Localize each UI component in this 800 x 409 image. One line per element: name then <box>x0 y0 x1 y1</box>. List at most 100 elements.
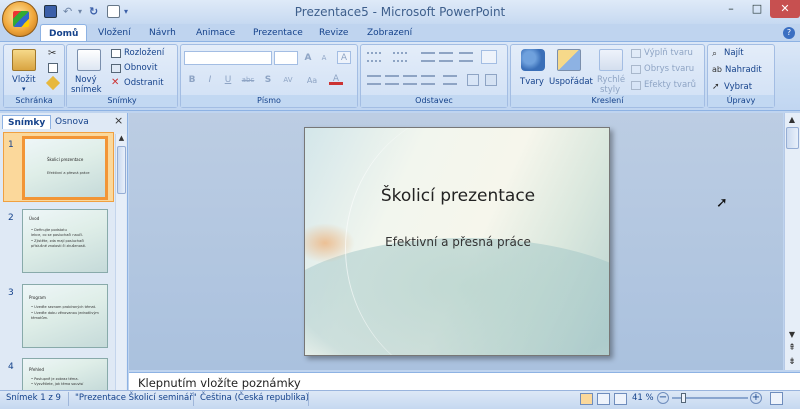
arrange-icon[interactable] <box>557 49 581 71</box>
slide-thumbnail-3[interactable]: Program • Uveďte seznam probíraných téma… <box>22 284 108 348</box>
font-name-combo[interactable] <box>184 51 272 65</box>
paste-dropdown-icon[interactable]: ▾ <box>22 85 26 93</box>
arrange-button[interactable]: Uspořádat <box>549 77 593 87</box>
text-direction-icon[interactable] <box>481 50 497 64</box>
editor-scroll-down-icon[interactable]: ▼ <box>785 328 799 342</box>
grow-font-button[interactable]: A <box>301 51 315 64</box>
bold-button[interactable]: B <box>185 73 199 86</box>
repeat-icon[interactable]: ↻ <box>89 5 102 18</box>
select-button[interactable]: Vybrat <box>724 82 752 92</box>
tab-outline-pane[interactable]: Osnova <box>50 115 94 129</box>
numbering-icon[interactable] <box>393 52 407 62</box>
tab-design[interactable]: Návrh <box>141 24 184 42</box>
increase-indent-icon[interactable] <box>439 52 453 62</box>
character-spacing-button[interactable]: AV <box>279 73 297 86</box>
office-button[interactable] <box>2 1 38 37</box>
shrink-font-button[interactable]: A <box>317 51 331 64</box>
columns-icon[interactable] <box>443 75 457 85</box>
zoom-level[interactable]: 41 % <box>632 393 654 403</box>
slide-thumbnail-4[interactable]: Přehled • Postupně je zobraz téma. • Vys… <box>22 358 108 390</box>
cut-icon[interactable]: ✂ <box>48 48 56 59</box>
quick-styles-icon[interactable] <box>599 49 623 71</box>
underline-button[interactable]: U <box>221 73 235 86</box>
new-slide-label-1[interactable]: Nový <box>75 75 97 85</box>
slides-pane-scrollbar[interactable]: ▲ <box>115 134 126 390</box>
zoom-in-icon[interactable]: + <box>750 392 762 404</box>
font-group-label: Písmo <box>181 95 357 107</box>
new-slide-icon[interactable] <box>77 49 101 71</box>
next-slide-icon[interactable]: ⇟ <box>785 355 799 369</box>
fit-to-window-icon[interactable] <box>770 392 783 405</box>
tab-slides-pane[interactable]: Snímky <box>2 115 52 129</box>
new-document-icon[interactable] <box>107 5 120 18</box>
tab-home[interactable]: Domů <box>40 24 88 42</box>
language-status[interactable]: Čeština (Česká republika) <box>200 393 309 403</box>
bullets-icon[interactable] <box>367 52 381 62</box>
close-button[interactable]: ✕ <box>770 0 800 18</box>
previous-slide-icon[interactable]: ⇞ <box>785 341 799 355</box>
shape-effects-button[interactable]: Efekty tvarů <box>644 80 696 90</box>
editor-scroll-thumb[interactable] <box>786 127 799 149</box>
align-text-icon[interactable] <box>467 74 479 86</box>
slide-sorter-icon[interactable] <box>597 393 610 405</box>
quick-styles-label-2[interactable]: styly <box>600 85 620 95</box>
slide-thumbnail-2[interactable]: Úvod • Definujte podstatu lekce, co se p… <box>22 209 108 273</box>
scroll-up-icon[interactable]: ▲ <box>117 134 126 144</box>
slide-subtitle[interactable]: Efektivní a přesná práce <box>305 235 609 249</box>
save-icon[interactable] <box>44 5 57 18</box>
slide-thumbnail-1[interactable]: Školicí prezentace Efektivní a přesná pr… <box>22 136 108 200</box>
line-spacing-icon[interactable] <box>459 52 473 62</box>
align-left-icon[interactable] <box>367 75 381 85</box>
copy-icon[interactable] <box>48 63 58 73</box>
quick-styles-label-1[interactable]: Rychlé <box>597 75 625 85</box>
editor-scroll-up-icon[interactable]: ▲ <box>785 113 799 127</box>
align-center-icon[interactable] <box>385 75 399 85</box>
shape-outline-button[interactable]: Obrys tvaru <box>644 64 694 74</box>
paragraph-group: Odstavec <box>360 44 508 108</box>
paste-button[interactable]: Vložit <box>12 75 36 85</box>
paste-icon[interactable] <box>12 49 36 71</box>
notes-placeholder[interactable]: Klepnutím vložíte poznámky <box>138 376 301 390</box>
customize-qat-icon[interactable]: ▾ <box>124 5 137 18</box>
reset-button[interactable]: Obnovit <box>124 63 157 73</box>
shapes-icon[interactable] <box>521 49 545 71</box>
normal-view-icon[interactable] <box>580 393 593 405</box>
scroll-thumb[interactable] <box>117 146 126 194</box>
window-title: Prezentace5 - Microsoft PowerPoint <box>294 5 506 19</box>
close-pane-button[interactable]: × <box>114 115 123 127</box>
smartart-icon[interactable] <box>485 74 497 86</box>
format-painter-icon[interactable] <box>45 75 61 91</box>
tab-review[interactable]: Revize <box>311 24 356 42</box>
editor-scrollbar[interactable]: ▲ ▼ ⇞ ⇟ <box>784 113 800 370</box>
find-button[interactable]: Najít <box>724 48 744 58</box>
tab-slideshow[interactable]: Prezentace <box>245 24 311 42</box>
slide-title[interactable]: Školicí prezentace <box>305 186 609 206</box>
strikethrough-button[interactable]: abc <box>239 73 257 86</box>
font-size-combo[interactable] <box>274 51 298 65</box>
slideshow-icon[interactable] <box>614 393 627 405</box>
change-case-button[interactable]: Aa <box>303 73 321 86</box>
zoom-slider-thumb[interactable] <box>681 393 686 403</box>
shadow-button[interactable]: S <box>261 73 275 86</box>
maximize-button[interactable]: □ <box>744 0 770 18</box>
tab-view[interactable]: Zobrazení <box>359 24 420 42</box>
layout-button[interactable]: Rozložení <box>124 48 164 58</box>
minimize-button[interactable]: – <box>718 0 744 18</box>
justify-icon[interactable] <box>421 75 435 85</box>
new-slide-label-2[interactable]: snímek <box>71 85 102 95</box>
delete-slide-button[interactable]: Odstranit <box>124 78 164 88</box>
slide-canvas[interactable]: Školicí prezentace Efektivní a přesná pr… <box>304 127 610 356</box>
replace-button[interactable]: Nahradit <box>725 65 762 75</box>
align-right-icon[interactable] <box>403 75 417 85</box>
decrease-indent-icon[interactable] <box>421 52 435 62</box>
font-color-icon[interactable]: A <box>329 75 343 85</box>
shape-fill-button[interactable]: Výplň tvaru <box>644 48 693 58</box>
undo-icon[interactable]: ↶ <box>63 5 76 18</box>
tab-animations[interactable]: Animace <box>188 24 243 42</box>
clear-formatting-button[interactable]: A <box>337 51 351 64</box>
help-icon[interactable]: ? <box>783 27 795 39</box>
tab-insert[interactable]: Vložení <box>90 24 139 42</box>
zoom-out-icon[interactable]: − <box>657 392 669 404</box>
italic-button[interactable]: I <box>203 73 217 86</box>
shapes-button[interactable]: Tvary <box>520 77 544 87</box>
